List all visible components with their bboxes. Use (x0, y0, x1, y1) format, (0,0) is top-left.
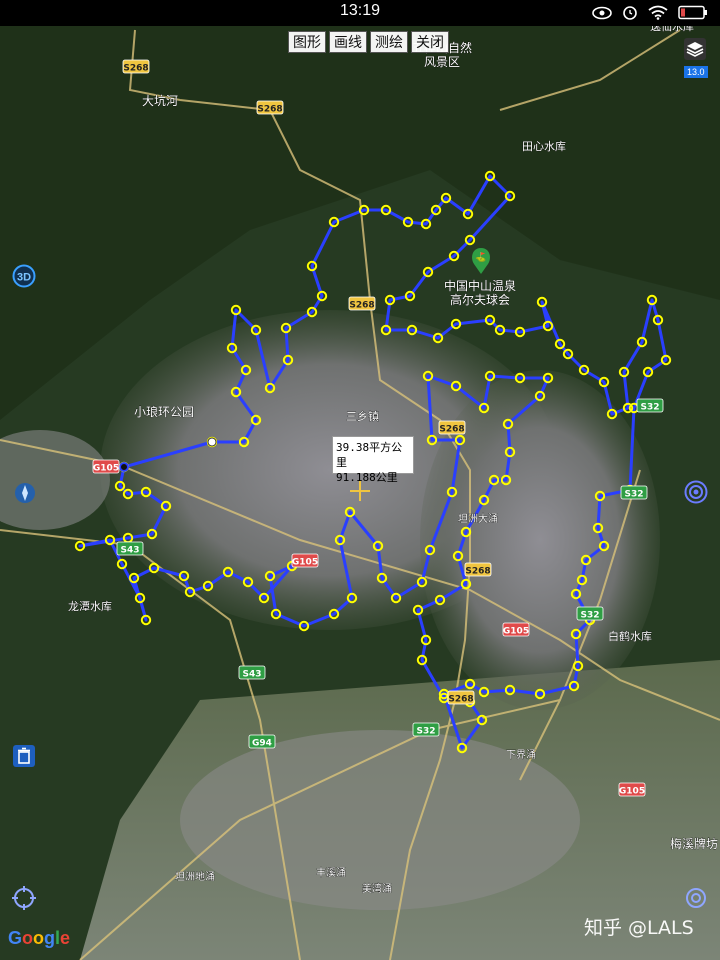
perimeter-value: 91.188公里 (336, 471, 398, 484)
label-golf-line1: 中国中山温泉 (444, 278, 516, 293)
label-xiajie-chong: 下界涌 (506, 749, 536, 761)
shape-button[interactable]: 图形 (288, 31, 326, 53)
label-dakeng-river: 大坑河 (142, 93, 178, 108)
delete-button[interactable] (13, 745, 35, 771)
road-shield-label: G105 (292, 558, 318, 568)
zoom-level-badge: 13.0 (684, 66, 708, 78)
road-shield-label: S32 (416, 727, 435, 737)
road-shield: S268 (447, 690, 475, 705)
label-fengxi-chong: 丰溪涌 (316, 866, 346, 879)
label-tanzhou-da-chong: 坦洲大涌 (458, 512, 498, 525)
compass-button[interactable] (14, 482, 36, 508)
active-vertex-marker[interactable] (119, 462, 129, 472)
road-shield-label: S268 (257, 105, 282, 115)
label-sanxiang-town: 三乡镇 (346, 409, 379, 423)
road-shield-label: S32 (580, 611, 599, 621)
start-marker[interactable] (207, 437, 217, 447)
road-shield: S268 (348, 296, 376, 311)
battery-low-icon (678, 5, 708, 24)
road-shield-label: G105 (93, 464, 119, 474)
map-toolbar: 图形 画线 测绘 关闭 (288, 31, 449, 53)
road-shield: G105 (502, 622, 530, 637)
road-shield-label: G94 (252, 739, 272, 749)
label-golf-line2: 高尔夫球会 (450, 292, 510, 307)
extra-tool-button[interactable] (684, 886, 708, 914)
layers-icon (684, 38, 706, 60)
label-longtan-reservoir: 龙潭水库 (68, 600, 112, 613)
ring-icon (686, 888, 706, 908)
layers-button[interactable] (684, 38, 706, 64)
trash-icon (13, 745, 35, 767)
alarm-icon (622, 4, 638, 24)
road-shield-label: S268 (439, 425, 464, 435)
road-shield: G94 (248, 734, 276, 749)
road-shield: G105 (618, 782, 646, 797)
compass-icon (15, 483, 35, 503)
road-shield-label: S43 (242, 670, 261, 680)
status-bar: 13:19 (0, 0, 720, 26)
road-shield-label: S268 (123, 64, 148, 74)
area-value: 39.38平方公里 (336, 441, 403, 469)
road-shield-label: G105 (503, 627, 529, 637)
label-wuguishan-line2: 风景区 (424, 55, 460, 69)
road-shield: S268 (438, 420, 466, 435)
road-shield: S32 (412, 722, 440, 737)
road-shield: S43 (238, 665, 266, 680)
label-meiwan-chong: 美湾涌 (362, 882, 392, 895)
road-shield: G105 (92, 459, 120, 474)
road-shield-label: S268 (349, 301, 374, 311)
my-location-button[interactable] (12, 886, 36, 914)
road-shield-label: S43 (120, 546, 139, 556)
wifi-icon (648, 5, 668, 24)
target-icon (684, 480, 708, 504)
road-shield-label: S268 (465, 567, 490, 577)
label-meixi-paifang: 梅溪牌坊 (670, 836, 718, 851)
google-attribution: Google (8, 928, 71, 948)
road-shield: S268 (122, 59, 150, 74)
road-shield: G105 (291, 553, 319, 568)
draw-line-button[interactable]: 画线 (329, 31, 367, 53)
road-shield-label: S32 (624, 490, 643, 500)
label-tianxin-reservoir: 田心水库 (522, 140, 566, 153)
view-3d-label: 3D (17, 272, 31, 284)
label-tanzhou-di-chong: 坦洲地涌 (175, 870, 215, 883)
road-shield-label: G105 (619, 787, 645, 797)
road-shield: S32 (636, 398, 664, 413)
zhihu-watermark: 知乎 @LALS (584, 917, 694, 939)
road-shield-label: S268 (448, 695, 473, 705)
road-shield: S32 (620, 485, 648, 500)
measurement-info-box: 39.38平方公里 91.188公里 (332, 436, 414, 484)
measure-button[interactable]: 测绘 (370, 31, 408, 53)
label-baihe-reservoir: 白鹤水库 (608, 629, 652, 643)
target-button[interactable] (684, 480, 708, 508)
svg-text:⛳: ⛳ (475, 251, 486, 263)
road-shield: S43 (116, 541, 144, 556)
road-shield-label: S32 (640, 403, 659, 413)
road-shield: S32 (576, 606, 604, 621)
road-shield: S268 (256, 100, 284, 115)
eye-icon (592, 5, 612, 24)
road-shield: S268 (464, 562, 492, 577)
label-xiaolanghuan-park: 小琅环公园 (134, 404, 194, 419)
crosshair-location-icon (12, 886, 36, 910)
close-button[interactable]: 关闭 (411, 31, 449, 53)
view-3d-button[interactable]: 3D (12, 264, 36, 292)
